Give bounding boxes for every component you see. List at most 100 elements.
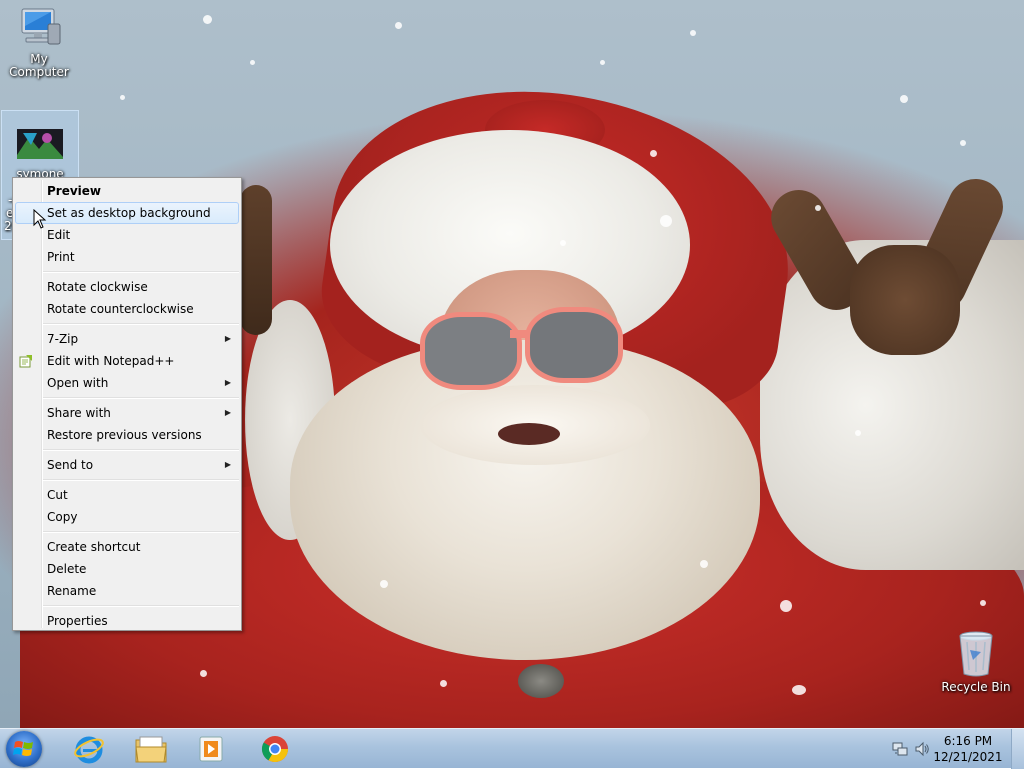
submenu-arrow-icon: ▶ xyxy=(224,334,231,343)
menu-item-edit[interactable]: Edit xyxy=(13,224,241,246)
menu-separator xyxy=(43,479,239,481)
show-desktop-button[interactable] xyxy=(1011,729,1024,769)
desktop-icon-recycle-bin[interactable]: Recycle Bin xyxy=(938,630,1014,694)
context-menu: Preview Set as desktop background Edit P… xyxy=(12,177,242,631)
system-clock[interactable]: 6:16 PM 12/21/2021 xyxy=(930,733,1006,765)
snowflake xyxy=(200,670,207,677)
wallpaper-sunglasses-left xyxy=(420,312,522,390)
snowflake xyxy=(855,430,861,436)
snowflake xyxy=(600,60,605,65)
taskbar-chrome[interactable] xyxy=(252,732,298,766)
menu-item-open-with[interactable]: Open with ▶ xyxy=(13,372,241,394)
desktop-icon-my-computer[interactable]: My Computer xyxy=(0,6,78,79)
menu-item-label: Properties xyxy=(47,614,108,628)
ie-icon xyxy=(74,736,104,764)
wallpaper-sunglasses-bridge xyxy=(510,330,530,338)
snowflake xyxy=(700,560,708,568)
submenu-arrow-icon: ▶ xyxy=(224,460,231,469)
wallpaper-sunglasses-right xyxy=(525,307,623,383)
mouse-pointer-icon xyxy=(33,209,47,229)
snowflake xyxy=(960,140,966,146)
image-thumbnail-icon xyxy=(17,129,63,159)
menu-separator xyxy=(43,605,239,607)
menu-item-7zip[interactable]: 7-Zip ▶ xyxy=(13,328,241,350)
snowflake xyxy=(780,600,792,612)
snowflake xyxy=(440,680,447,687)
menu-item-label: Preview xyxy=(47,184,102,198)
snowflake xyxy=(980,600,986,606)
menu-item-label: Open with xyxy=(47,376,109,390)
menu-item-label: Rotate counterclockwise xyxy=(47,302,194,316)
menu-item-label: Rename xyxy=(47,584,97,598)
menu-item-label: Send to xyxy=(47,458,94,472)
wallpaper-coat-button xyxy=(518,664,564,698)
taskbar-media-player[interactable] xyxy=(188,732,234,766)
menu-item-label: Print xyxy=(47,250,75,264)
desktop-icon-label: My Computer xyxy=(9,52,69,79)
menu-item-set-desktop-background[interactable]: Set as desktop background xyxy=(15,202,239,224)
snowflake xyxy=(792,685,806,695)
submenu-arrow-icon: ▶ xyxy=(224,378,231,387)
start-button[interactable] xyxy=(6,731,42,767)
menu-item-copy[interactable]: Copy xyxy=(13,506,241,528)
menu-item-print[interactable]: Print xyxy=(13,246,241,268)
snowflake xyxy=(560,240,566,246)
menu-item-label: 7-Zip xyxy=(47,332,79,346)
menu-item-delete[interactable]: Delete xyxy=(13,558,241,580)
snowflake xyxy=(660,215,672,227)
menu-item-restore-previous-versions[interactable]: Restore previous versions xyxy=(13,424,241,446)
taskbar-internet-explorer[interactable] xyxy=(66,732,112,766)
wallpaper-mouth xyxy=(498,423,560,445)
folder-icon xyxy=(135,736,167,763)
snowflake xyxy=(203,15,212,24)
menu-item-label: Cut xyxy=(47,488,68,502)
network-icon[interactable] xyxy=(892,741,908,757)
menu-item-rotate-clockwise[interactable]: Rotate clockwise xyxy=(13,276,241,298)
windows-logo-icon xyxy=(13,741,33,756)
menu-item-label: Edit with Notepad++ xyxy=(47,354,175,368)
menu-item-label: Restore previous versions xyxy=(47,428,202,442)
computer-icon xyxy=(21,8,61,45)
menu-item-label: Set as desktop background xyxy=(47,206,211,220)
menu-item-label: Edit xyxy=(47,228,71,242)
menu-separator xyxy=(43,531,239,533)
snowflake xyxy=(650,150,657,157)
clock-date: 12/21/2021 xyxy=(933,750,1003,764)
taskbar: 6:16 PM 12/21/2021 xyxy=(0,728,1024,769)
menu-item-label: Delete xyxy=(47,562,87,576)
menu-item-label: Rotate clockwise xyxy=(47,280,148,294)
menu-separator xyxy=(43,271,239,273)
submenu-arrow-icon: ▶ xyxy=(224,408,231,417)
menu-item-rename[interactable]: Rename xyxy=(13,580,241,602)
volume-icon[interactable] xyxy=(914,741,930,757)
snowflake xyxy=(815,205,821,211)
chrome-icon xyxy=(261,736,289,763)
menu-item-create-shortcut[interactable]: Create shortcut xyxy=(13,536,241,558)
menu-separator xyxy=(43,397,239,399)
snowflake xyxy=(395,22,402,29)
notepad-plus-icon xyxy=(19,355,32,368)
snowflake xyxy=(690,30,696,36)
menu-item-label: Create shortcut xyxy=(47,540,141,554)
snowflake xyxy=(900,95,908,103)
snowflake xyxy=(120,95,125,100)
desktop-icon-label: Recycle Bin xyxy=(941,680,1011,694)
menu-item-properties[interactable]: Properties xyxy=(13,610,241,632)
clock-time: 6:16 PM xyxy=(943,734,993,748)
menu-separator xyxy=(43,449,239,451)
menu-item-share-with[interactable]: Share with ▶ xyxy=(13,402,241,424)
menu-item-edit-notepad[interactable]: Edit with Notepad++ xyxy=(13,350,241,372)
menu-item-rotate-counterclockwise[interactable]: Rotate counterclockwise xyxy=(13,298,241,320)
taskbar-file-explorer[interactable] xyxy=(128,732,174,766)
menu-item-preview[interactable]: Preview xyxy=(13,180,241,202)
menu-item-label: Copy xyxy=(47,510,78,524)
wallpaper-glove-left xyxy=(240,185,272,335)
snowflake xyxy=(380,580,388,588)
media-player-icon xyxy=(199,736,223,762)
wallpaper-glove xyxy=(761,169,1013,355)
recycle-bin-icon xyxy=(959,631,993,677)
menu-item-label: Share with xyxy=(47,406,111,420)
menu-item-cut[interactable]: Cut xyxy=(13,484,241,506)
menu-separator xyxy=(43,323,239,325)
menu-item-send-to[interactable]: Send to ▶ xyxy=(13,454,241,476)
